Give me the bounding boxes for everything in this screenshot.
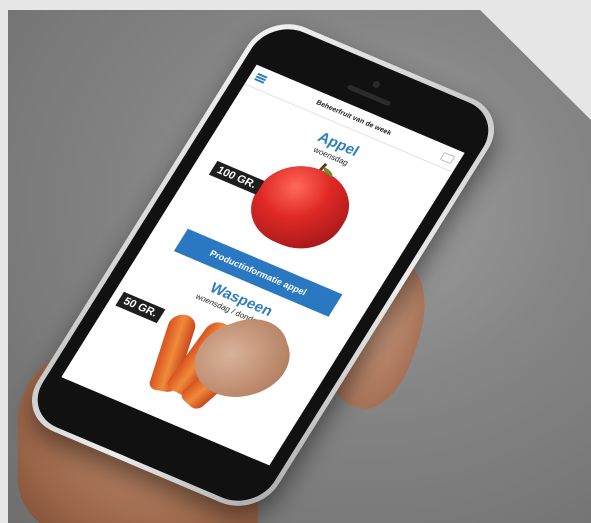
corner-triangle [470, 0, 591, 120]
corner-cutout [470, 0, 591, 120]
